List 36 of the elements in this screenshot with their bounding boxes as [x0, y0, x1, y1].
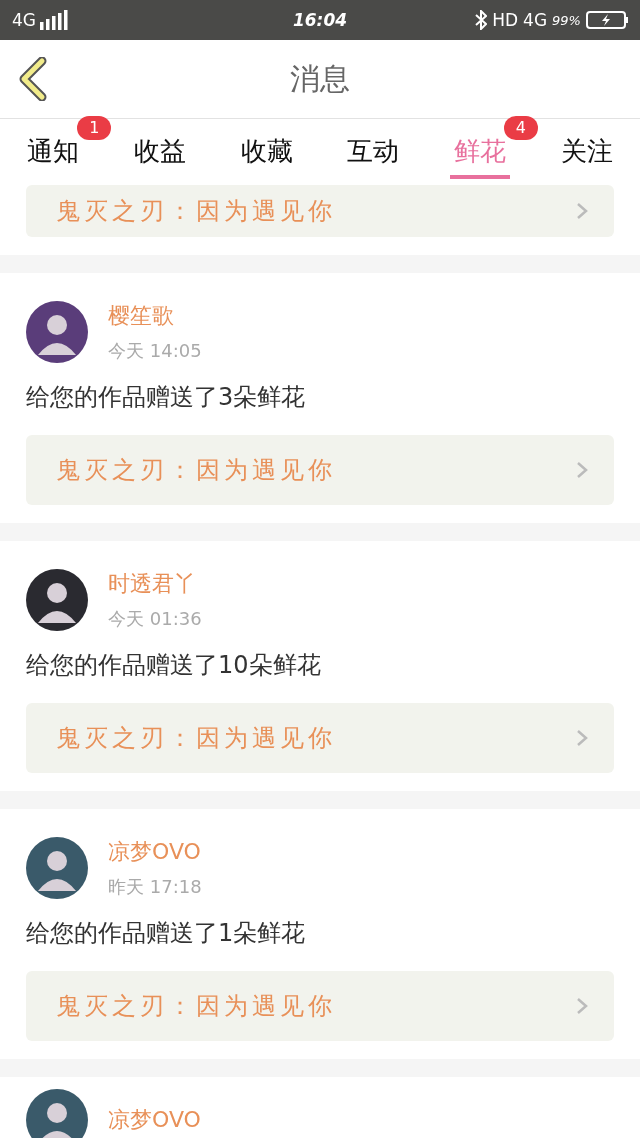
message-text: 给您的作品赠送了10朵鲜花 — [26, 650, 322, 681]
avatar-icon[interactable] — [26, 837, 88, 899]
message-time: 今天 01:36 — [108, 607, 202, 631]
message-time: 昨天 17:18 — [108, 875, 202, 899]
hd-label: HD — [492, 10, 519, 30]
work-link[interactable]: 鬼灭之刃：因为遇见你 — [26, 971, 614, 1041]
page-title: 消息 — [289, 59, 351, 98]
clock: 16:04 — [291, 10, 349, 30]
message-text: 给您的作品赠送了3朵鲜花 — [26, 382, 307, 413]
work-link[interactable]: 鬼灭之刃：因为遇见你 — [26, 703, 614, 773]
tab[interactable]: 关注 — [556, 125, 617, 179]
avatar-icon[interactable] — [26, 301, 88, 363]
avatar-icon[interactable] — [26, 1089, 88, 1138]
network-label: 4G — [12, 10, 36, 30]
battery-icon — [586, 11, 628, 29]
message-time: 今天 14:05 — [108, 339, 202, 363]
signal-icon — [40, 10, 70, 30]
avatar-icon[interactable] — [26, 569, 88, 631]
tab[interactable]: 互动 — [343, 125, 404, 179]
bluetooth-icon — [475, 10, 488, 30]
chevron-icon — [576, 202, 588, 220]
user-name[interactable]: 樱笙歌 — [108, 301, 202, 331]
user-name[interactable]: 凉梦OVO — [108, 1107, 201, 1133]
user-name[interactable]: 凉梦OVO — [108, 837, 202, 867]
chevron-icon — [576, 461, 588, 479]
battery-percent: 99% — [552, 12, 581, 28]
work-link[interactable]: 鬼灭之刃：因为遇见你 — [26, 435, 614, 505]
chevron-icon — [576, 729, 588, 747]
network-label: 4G — [523, 10, 548, 30]
chevron-icon — [576, 997, 588, 1015]
work-link[interactable]: 鬼灭之刃：因为遇见你 — [26, 185, 614, 237]
back-icon[interactable] — [18, 57, 48, 101]
user-name[interactable]: 时透君丫 — [108, 569, 202, 599]
message-text: 给您的作品赠送了1朵鲜花 — [26, 918, 307, 949]
tab[interactable]: 收藏 — [236, 125, 297, 179]
tab[interactable]: 收益 — [130, 125, 190, 179]
